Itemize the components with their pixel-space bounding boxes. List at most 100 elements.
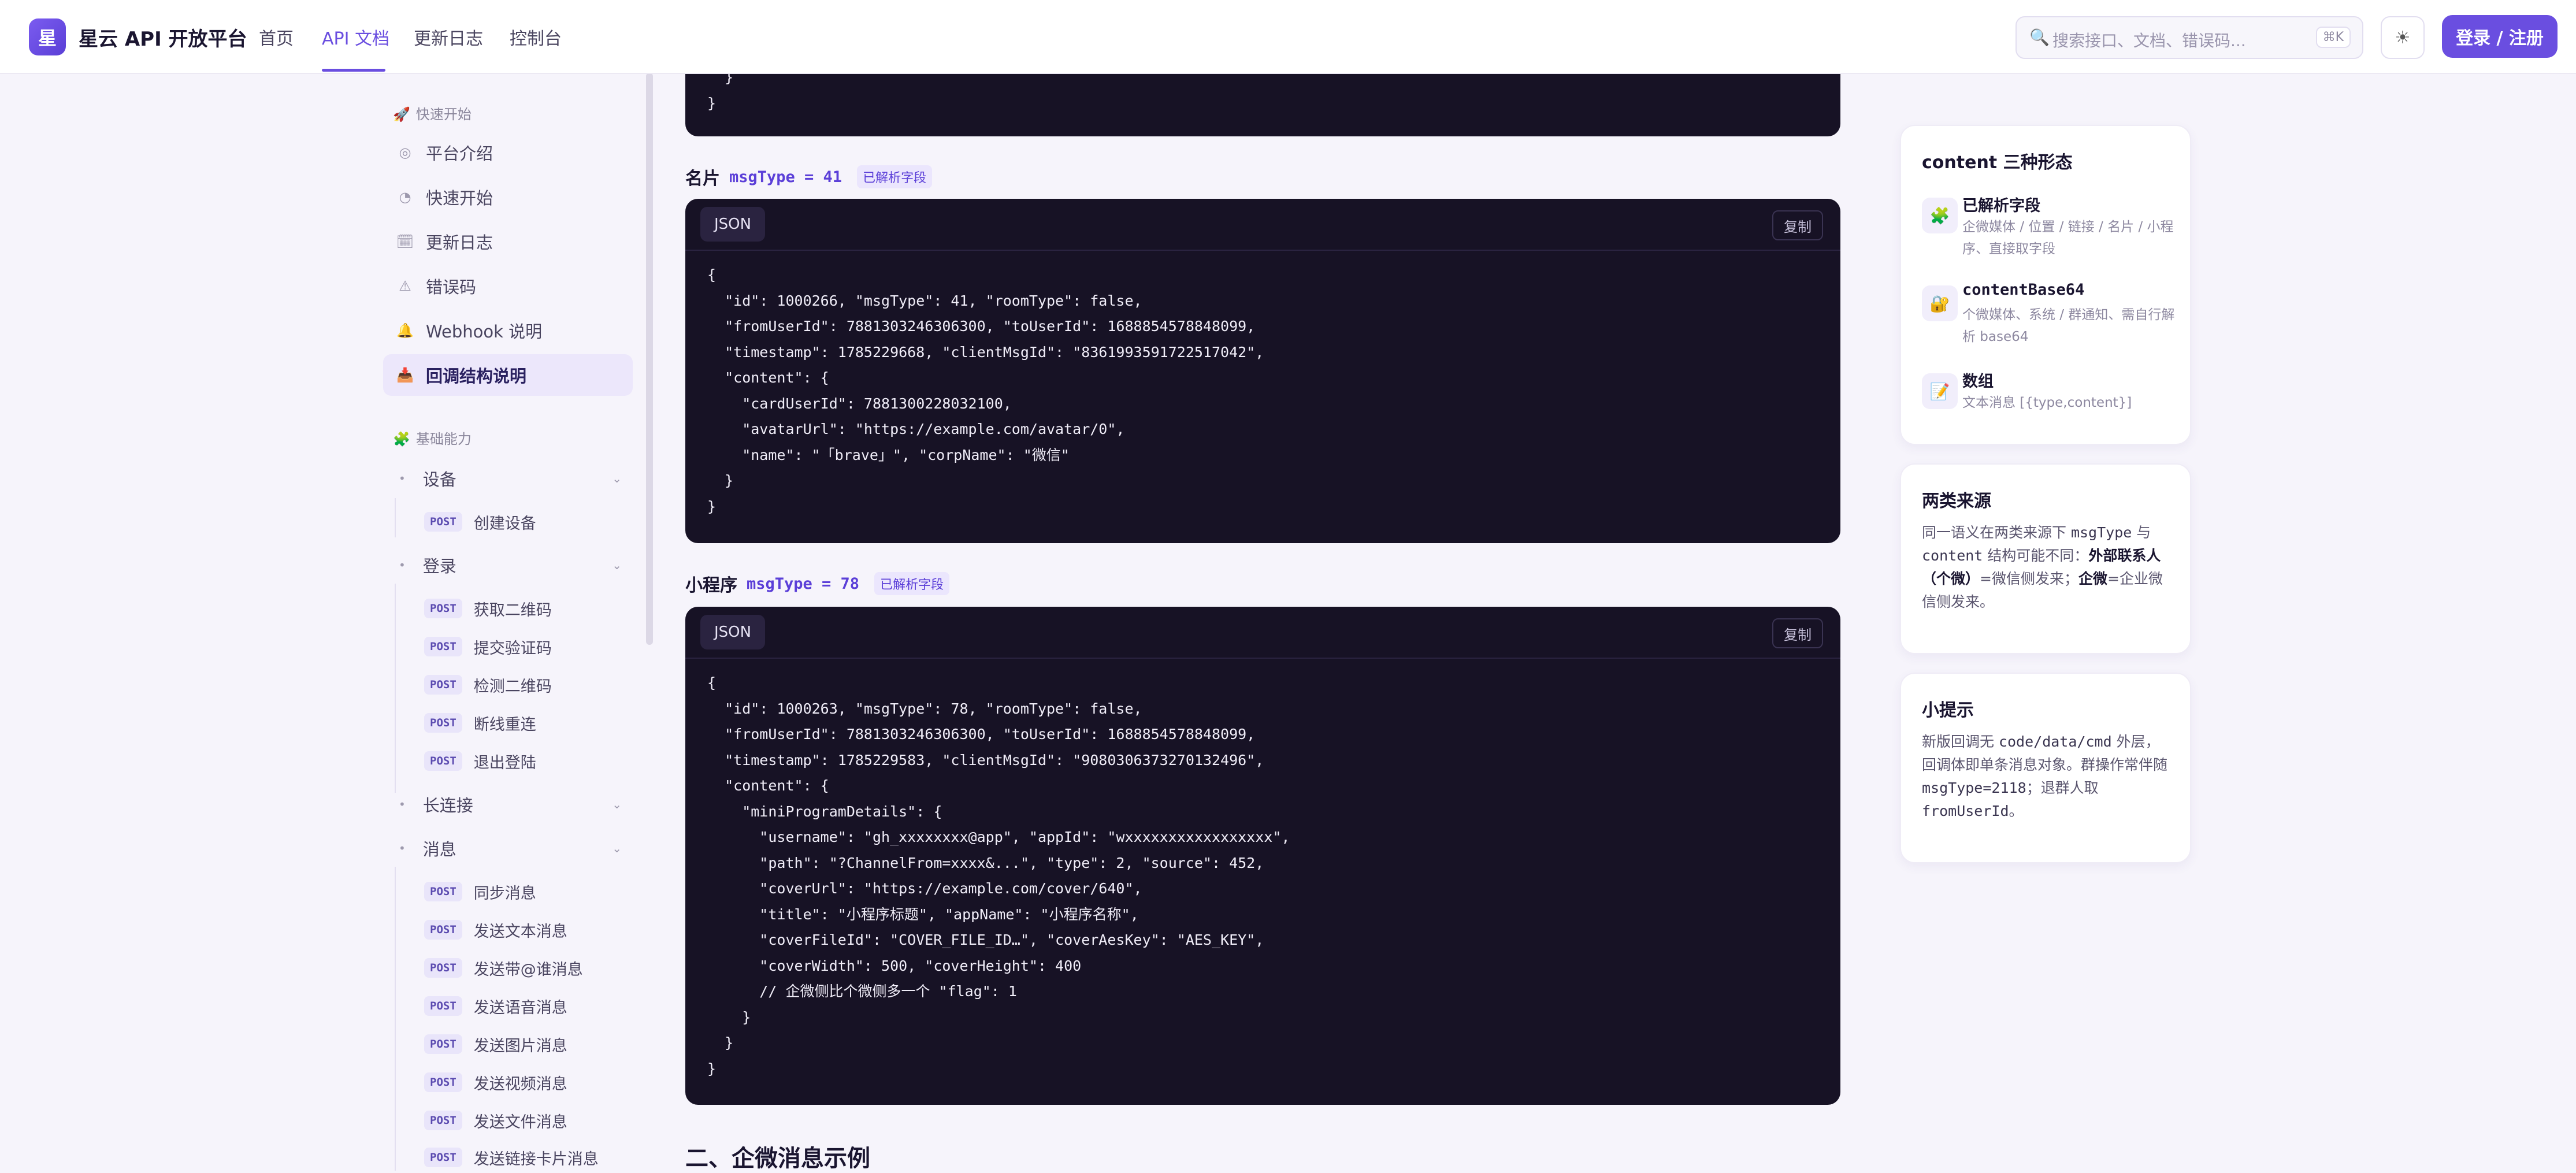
sidebar-item-intro[interactable]: ◎ 平台介绍 bbox=[383, 132, 633, 173]
nav-console[interactable]: 控制台 bbox=[510, 24, 562, 50]
sidebar-api-send-voice[interactable]: POST 发送语音消息 bbox=[424, 992, 567, 1020]
code-line: "id": 1000266, "msgType": 41, "roomType"… bbox=[707, 292, 1142, 309]
post-method-badge: POST bbox=[424, 512, 462, 532]
tab-json[interactable]: JSON bbox=[700, 207, 766, 242]
sidebar-api-send-file[interactable]: POST 发送文件消息 bbox=[424, 1106, 567, 1135]
sidebar-item-error-codes[interactable]: ⚠ 错误码 bbox=[383, 265, 633, 307]
search-placeholder: 搜索接口、文档、错误码... bbox=[2052, 31, 2246, 50]
login-register-button[interactable]: 登录 / 注册 bbox=[2442, 15, 2558, 58]
code-line: "title": "小程序标题", "appName": "小程序名称", bbox=[707, 905, 1139, 923]
sidebar-item-changelog[interactable]: 🗓 更新日志 bbox=[383, 221, 633, 262]
theme-toggle-button[interactable]: ☀ bbox=[2381, 16, 2425, 59]
top-navbar: 星 星云 API 开放平台 首页 API 文档 更新日志 控制台 🔍 搜索接口、… bbox=[0, 0, 2576, 74]
code-line: { bbox=[707, 266, 717, 283]
sidebar-api-create-device[interactable]: POST 创建设备 bbox=[424, 507, 536, 536]
sidebar-item-callback-structure[interactable]: 📥 回调结构说明 bbox=[383, 354, 633, 396]
logo-icon[interactable]: 星 bbox=[29, 18, 66, 55]
nav-api-docs[interactable]: API 文档 bbox=[322, 24, 389, 50]
sidebar-category-message[interactable]: • 消息 ⌄ bbox=[399, 831, 622, 866]
section-heading-wecom-examples: 二、企微消息示例 bbox=[685, 1145, 870, 1172]
sidebar-api-send-text[interactable]: POST 发送文本消息 bbox=[424, 915, 567, 944]
form-item-parsed: 🧩 已解析字段 企微媒体 / 位置 / 链接 / 名片 / 小程序、直接取字段 bbox=[1922, 193, 2176, 262]
copy-button[interactable]: 复制 bbox=[1772, 618, 1823, 648]
search-icon: 🔍 bbox=[2029, 28, 2050, 47]
section-title-mini-program: 小程序 msgType = 78 已解析字段 bbox=[685, 571, 950, 596]
form-item-array: 📝 数组 文本消息 [{type,content}] bbox=[1922, 369, 2176, 426]
bullet-icon: • bbox=[399, 472, 406, 485]
code-block-card: JSON 复制 { "id": 1000266, "msgType": 41, … bbox=[685, 199, 1840, 543]
sidebar-api-send-image[interactable]: POST 发送图片消息 bbox=[424, 1030, 567, 1059]
post-method-badge: POST bbox=[424, 599, 462, 618]
warning-icon: ⚠ bbox=[399, 278, 411, 294]
sidebar-group-quickstart: 🚀 快速开始 bbox=[393, 106, 472, 123]
msgtype-code: msgType = 78 bbox=[747, 574, 860, 593]
sidebar-item-webhook[interactable]: 🔔 Webhook 说明 bbox=[383, 310, 633, 351]
post-method-badge: POST bbox=[424, 958, 462, 978]
chevron-down-icon: ⌄ bbox=[612, 558, 622, 572]
sidebar-category-long-connection[interactable]: • 长连接 ⌄ bbox=[399, 787, 622, 822]
code-line: "miniProgramDetails": { bbox=[707, 803, 942, 820]
code-line: "coverUrl": "https://example.com/cover/6… bbox=[707, 880, 1142, 897]
code-line: { bbox=[707, 674, 717, 691]
form-item-base64: 🔐 contentBase64 个微媒体、系统 / 群通知、需自行解析 base… bbox=[1922, 281, 2176, 350]
inbox-icon: 📥 bbox=[396, 367, 414, 383]
sidebar-api-logout[interactable]: POST 退出登陆 bbox=[424, 747, 536, 775]
post-method-badge: POST bbox=[424, 1148, 462, 1167]
code-line: } bbox=[707, 498, 717, 515]
code-line: "avatarUrl": "https://example.com/avatar… bbox=[707, 421, 1125, 437]
nav-home[interactable]: 首页 bbox=[259, 24, 294, 50]
two-sources-card: 两类来源 同一语义在两类来源下 msgType 与 content 结构可能不同… bbox=[1900, 463, 2191, 654]
search-input[interactable]: 🔍 搜索接口、文档、错误码... ⌘K bbox=[2015, 16, 2363, 59]
sidebar-scrollbar[interactable] bbox=[646, 73, 653, 645]
sidebar-api-send-video[interactable]: POST 发送视频消息 bbox=[424, 1068, 567, 1097]
bullet-icon: • bbox=[399, 797, 406, 811]
sidebar-category-device[interactable]: • 设备 ⌄ bbox=[399, 461, 622, 496]
post-method-badge: POST bbox=[424, 882, 462, 901]
sidebar-api-reconnect[interactable]: POST 断线重连 bbox=[424, 708, 536, 737]
code-line: "timestamp": 1785229583, "clientMsgId": … bbox=[707, 751, 1264, 769]
calendar-icon: 🗓 bbox=[396, 233, 414, 250]
code-block-mini-program: JSON 复制 { "id": 1000263, "msgType": 78, … bbox=[685, 607, 1840, 1105]
sidebar-api-check-qrcode[interactable]: POST 检测二维码 bbox=[424, 670, 552, 699]
parsed-fields-badge: 已解析字段 bbox=[857, 165, 933, 188]
memo-icon: 📝 bbox=[1922, 373, 1958, 409]
card-title: content 三种形态 bbox=[1922, 153, 2073, 173]
circle-icon: ◎ bbox=[399, 144, 411, 161]
search-shortcut-badge: ⌘K bbox=[2315, 27, 2351, 48]
code-line: } bbox=[707, 1060, 717, 1077]
sun-icon: ☀ bbox=[2395, 27, 2411, 48]
chevron-down-icon: ⌄ bbox=[612, 472, 622, 485]
code-block-header: JSON 复制 bbox=[685, 607, 1840, 659]
code-line: "name": "「brave」", "corpName": "微信" bbox=[707, 446, 1070, 463]
code-line: "coverWidth": 500, "coverHeight": 400 bbox=[707, 957, 1082, 974]
post-method-badge: POST bbox=[424, 1072, 462, 1092]
sidebar-api-submit-code[interactable]: POST 提交验证码 bbox=[424, 632, 552, 661]
sidebar-item-quickstart[interactable]: ◔ 快速开始 bbox=[383, 176, 633, 218]
nav-changelog[interactable]: 更新日志 bbox=[414, 24, 483, 50]
sidebar-tree-rail bbox=[395, 498, 396, 537]
sidebar-api-send-link-card[interactable]: POST 发送链接卡片消息 bbox=[424, 1143, 599, 1172]
tab-json[interactable]: JSON bbox=[700, 615, 766, 649]
post-method-badge: POST bbox=[424, 1034, 462, 1054]
sidebar-tree-rail bbox=[395, 584, 396, 793]
sidebar-group-basic: 🧩 基础能力 bbox=[393, 431, 472, 447]
post-method-badge: POST bbox=[424, 675, 462, 695]
puzzle-icon: 🧩 bbox=[1922, 198, 1958, 233]
code-line: "coverFileId": "COVER_FILE_ID…", "coverA… bbox=[707, 931, 1264, 948]
sidebar-category-login[interactable]: • 登录 ⌄ bbox=[399, 548, 622, 582]
code-line: } bbox=[707, 472, 734, 489]
code-line: "id": 1000263, "msgType": 78, "roomType"… bbox=[707, 700, 1142, 717]
sidebar-api-sync-message[interactable]: POST 同步消息 bbox=[424, 877, 536, 906]
post-method-badge: POST bbox=[424, 751, 462, 771]
section-title-card: 名片 msgType = 41 已解析字段 bbox=[685, 164, 933, 190]
brand-title[interactable]: 星云 API 开放平台 bbox=[79, 23, 247, 51]
bell-icon: 🔔 bbox=[396, 322, 414, 339]
code-line: "cardUserId": 7881300228032100, bbox=[707, 395, 1012, 412]
copy-button[interactable]: 复制 bbox=[1772, 210, 1823, 240]
bullet-icon: • bbox=[399, 841, 406, 855]
rocket-icon: 🚀 bbox=[393, 106, 410, 123]
sidebar-api-get-qrcode[interactable]: POST 获取二维码 bbox=[424, 594, 552, 623]
content-forms-card: content 三种形态 🧩 已解析字段 企微媒体 / 位置 / 链接 / 名片… bbox=[1900, 125, 2191, 445]
card-title: 两类来源 bbox=[1922, 491, 1991, 511]
sidebar-api-send-at[interactable]: POST 发送带@谁消息 bbox=[424, 953, 583, 982]
